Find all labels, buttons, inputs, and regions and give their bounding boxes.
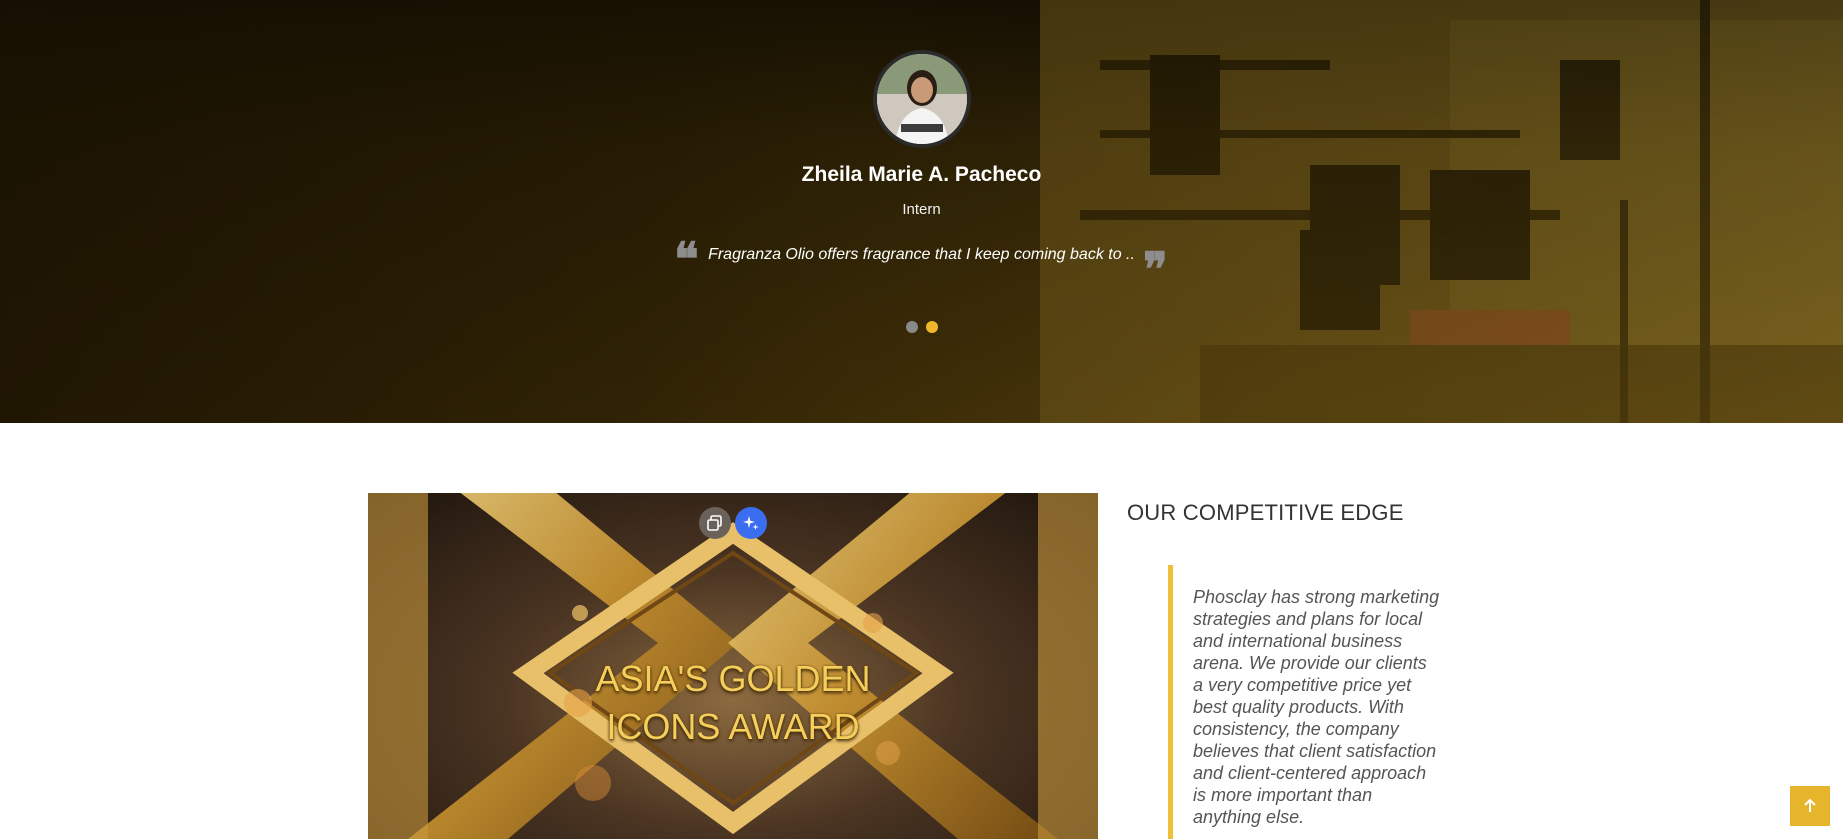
arrow-up-icon bbox=[1804, 798, 1816, 812]
award-title-line-1: ASIA'S GOLDEN bbox=[595, 658, 871, 699]
testimonial-role: Intern bbox=[902, 201, 941, 218]
quote-close-icon: ❞ bbox=[1143, 242, 1168, 296]
testimonial-avatar bbox=[873, 50, 971, 148]
testimonial-section: Zheila Marie A. Pacheco Intern ❝ Fragran… bbox=[0, 0, 1843, 423]
carousel-dot-2[interactable] bbox=[926, 321, 938, 333]
copy-button[interactable] bbox=[699, 507, 731, 539]
carousel-dot-1[interactable] bbox=[906, 321, 918, 333]
award-video[interactable]: ASIA'S GOLDEN ICONS AWARD bbox=[368, 493, 1098, 839]
carousel-dots bbox=[906, 321, 938, 333]
copy-icon bbox=[707, 515, 722, 531]
sparkle-icon bbox=[743, 516, 759, 530]
award-video-title: ASIA'S GOLDEN ICONS AWARD bbox=[368, 655, 1098, 751]
competitive-edge-heading: OUR COMPETITIVE EDGE bbox=[1127, 500, 1404, 525]
testimonial-quote: Fragranza Olio offers fragrance that I k… bbox=[708, 246, 1135, 263]
award-title-line-2: ICONS AWARD bbox=[606, 706, 860, 747]
ai-sparkle-button[interactable] bbox=[735, 507, 767, 539]
testimonial-name: Zheila Marie A. Pacheco bbox=[801, 163, 1042, 186]
competitive-edge-text: Phosclay has strong marketing strategies… bbox=[1193, 587, 1440, 827]
competitive-edge-quote: Phosclay has strong marketing strategies… bbox=[1168, 565, 1440, 839]
back-to-top-button[interactable] bbox=[1790, 786, 1830, 826]
